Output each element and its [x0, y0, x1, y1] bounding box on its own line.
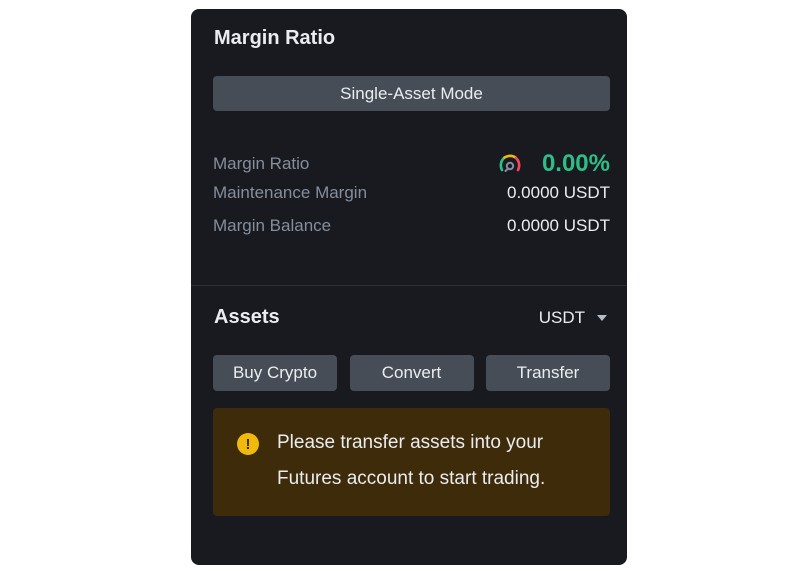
transfer-notice: ! Please transfer assets into your Futur…	[213, 408, 610, 516]
margin-ratio-title: Margin Ratio	[214, 27, 336, 49]
margin-panel: Margin Ratio Single-Asset Mode Margin Ra…	[191, 9, 627, 565]
gauge-icon	[496, 150, 524, 178]
asset-actions: Buy Crypto Convert Transfer	[213, 355, 610, 391]
currency-value: USDT	[538, 308, 585, 327]
margin-balance-label: Margin Balance	[213, 216, 332, 235]
caret-down-icon	[597, 315, 607, 321]
transfer-button[interactable]: Transfer	[486, 355, 610, 391]
assets-title: Assets	[214, 306, 280, 328]
margin-balance-value: 0.0000 USDT	[507, 216, 610, 235]
maintenance-margin-label: Maintenance Margin	[213, 183, 368, 202]
section-divider	[191, 285, 627, 286]
convert-button[interactable]: Convert	[349, 355, 474, 391]
maintenance-margin-value: 0.0000 USDT	[507, 183, 610, 202]
margin-ratio-value: 0.00%	[541, 150, 610, 177]
warning-icon: !	[237, 433, 259, 455]
notice-text: Please transfer assets into your Futures…	[277, 432, 546, 489]
margin-ratio-value-group: 0.00%	[496, 150, 610, 178]
single-asset-mode-button[interactable]: Single-Asset Mode	[213, 76, 610, 111]
currency-select[interactable]: USDT	[539, 308, 607, 328]
margin-ratio-label: Margin Ratio	[213, 154, 310, 173]
buy-crypto-button[interactable]: Buy Crypto	[213, 355, 337, 391]
margin-balance-row: Margin Balance 0.0000 USDT	[213, 216, 610, 236]
margin-ratio-row: Margin Ratio 0.00%	[213, 150, 610, 178]
maintenance-margin-row: Maintenance Margin 0.0000 USDT	[213, 183, 610, 203]
